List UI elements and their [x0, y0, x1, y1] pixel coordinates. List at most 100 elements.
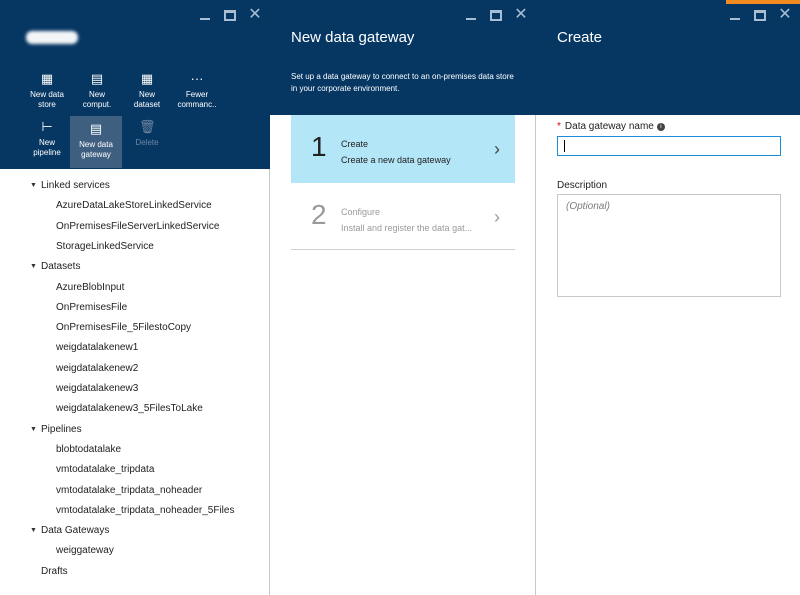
new-pipeline-icon: ⊢	[41, 119, 53, 134]
tree-item[interactable]: vmtodatalake_tripdata_noheader	[0, 483, 270, 499]
command-new-pipeline[interactable]: ⊢ New pipeline	[22, 118, 72, 162]
tree-item-label: OnPremisesFile_5FilestoCopy	[56, 322, 192, 334]
step-subtitle: Install and register the data gat...	[341, 223, 473, 233]
tree-item[interactable]: weigdatalakenew1	[0, 340, 270, 356]
command-label: commanc..	[177, 100, 217, 109]
tree-item-label: weigdatalakenew3	[56, 383, 139, 394]
tree-category[interactable]: ▼ Datasets	[0, 259, 270, 275]
portal-root: ✕ ▦ New data store ▤ New comput. ▦ New dataset ··…	[0, 0, 800, 595]
command-label: store	[38, 100, 56, 109]
minimize-icon[interactable]	[464, 8, 478, 22]
info-icon[interactable]: i	[656, 123, 665, 131]
tree-item-label: weigdatalakenew3_5FilesToLake	[56, 403, 203, 415]
tree-item[interactable]: weigdatalakenew2	[0, 361, 270, 377]
tree-item-label: OnPremisesFile	[56, 301, 128, 313]
collapse-triangle-icon[interactable]: ▼	[30, 523, 37, 539]
command-label: New data	[30, 90, 64, 99]
step-subtitle: Create a new data gateway	[341, 155, 451, 165]
blade-description: Set up a data gateway to connect to an o…	[291, 72, 514, 93]
chevron-right-icon: ›	[494, 139, 500, 159]
tree-category-label: Pipelines	[41, 423, 82, 435]
tree-item-label: vmtodatalake_tripdata	[56, 464, 155, 476]
explorer-blade: ✕ ▦ New data store ▤ New comput. ▦ New dataset ··…	[0, 0, 270, 595]
collapse-triangle-icon[interactable]: ▼	[30, 178, 37, 194]
minimize-icon[interactable]	[728, 8, 742, 22]
step-number: 2	[311, 199, 327, 230]
tree-item[interactable]: vmtodatalake_tripdata_noheader_5Files	[0, 503, 270, 519]
tree-item[interactable]: weigdatalakenew3	[0, 381, 270, 397]
tree-item-label: vmtodatalake_tripdata_noheader_5Files	[56, 504, 235, 516]
command-label: Fewer	[185, 90, 209, 99]
redacted-factory-name	[26, 31, 78, 44]
close-icon[interactable]: ✕	[514, 7, 528, 23]
description-input[interactable]	[557, 194, 781, 297]
notification-accent	[726, 0, 800, 4]
new-data-gateway-icon: ▤	[89, 121, 103, 136]
tree-item-drafts[interactable]: Drafts	[0, 564, 270, 580]
maximize-icon[interactable]	[224, 10, 236, 21]
tree-category-label: Datasets	[41, 261, 81, 273]
command-label: Delete	[135, 138, 159, 147]
minimize-icon[interactable]	[198, 8, 212, 22]
tree-category-label: Data Gateways	[41, 525, 110, 537]
tree-category[interactable]: ▼ Pipelines	[0, 422, 270, 438]
tree-item[interactable]: weiggateway	[0, 543, 270, 559]
tree-item[interactable]: OnPremisesFile	[0, 300, 270, 316]
command-new-data-store[interactable]: ▦ New data store	[22, 70, 72, 114]
delete-icon: 🗑	[139, 119, 156, 134]
close-icon[interactable]: ✕	[778, 7, 792, 23]
command-new-dataset[interactable]: ▦ New dataset	[122, 70, 172, 114]
collapse-triangle-icon[interactable]: ▼	[30, 259, 37, 275]
gateway-name-label-text: Data gateway name	[564, 121, 654, 132]
gateway-name-label: * Data gateway name i	[557, 121, 665, 132]
create-blade: Create ✕ * Data gateway name i Description	[536, 0, 800, 595]
command-new-data-gateway[interactable]: ▤ New data gateway	[70, 116, 122, 168]
maximize-icon[interactable]	[490, 10, 502, 21]
explorer-window-controls: ✕	[198, 7, 262, 23]
tree-item[interactable]: AzureBlobInput	[0, 280, 270, 296]
new-data-gateway-header: New data gateway Set up a data gateway t…	[270, 0, 536, 115]
tree-item[interactable]: vmtodatalake_tripdata	[0, 462, 270, 478]
close-icon[interactable]: ✕	[248, 7, 262, 23]
step-divider	[291, 249, 515, 250]
command-label: pipeline	[33, 148, 61, 157]
step-configure[interactable]: 2 Configure Install and register the dat…	[291, 183, 515, 251]
tree-item[interactable]: StorageLinkedService	[0, 239, 270, 255]
tree-item[interactable]: weigdatalakenew3_5FilesToLake	[0, 401, 270, 417]
tree-item[interactable]: OnPremisesFile_5FilestoCopy	[0, 320, 270, 336]
tree-item[interactable]: AzureDataLakeStoreLinkedService	[0, 198, 270, 214]
tree-item-label: weigdatalakenew1	[56, 342, 139, 354]
create-header: Create ✕	[536, 0, 800, 115]
new-compute-icon: ▤	[90, 71, 104, 86]
step-title: Configure	[341, 207, 381, 217]
step-create[interactable]: 1 Create Create a new data gateway ›	[291, 115, 515, 183]
tree-item-label: blobtodatalake	[56, 443, 122, 455]
command-label: dataset	[133, 100, 161, 109]
step-title: Create	[341, 139, 369, 149]
tree-item[interactable]: OnPremisesFileServerLinkedService	[0, 219, 270, 235]
command-delete: 🗑 Delete	[122, 118, 172, 152]
command-new-compute[interactable]: ▤ New comput.	[72, 70, 122, 114]
more-icon: ···	[190, 71, 204, 86]
create-window-controls: ✕	[728, 7, 792, 23]
command-label: New	[138, 90, 155, 99]
tree-item[interactable]: blobtodatalake	[0, 442, 270, 458]
required-marker: *	[557, 121, 561, 132]
tree-item-label: AzureDataLakeStoreLinkedService	[56, 200, 212, 212]
command-more[interactable]: ··· Fewer commanc..	[172, 70, 222, 114]
tree-category[interactable]: ▼ Data Gateways	[0, 523, 270, 539]
tree-item-label: vmtodatalake_tripdata_noheader	[56, 484, 203, 496]
tree-category[interactable]: ▼ Linked services	[0, 178, 270, 194]
chevron-right-icon: ›	[494, 207, 500, 227]
description-label: Description	[557, 180, 608, 191]
command-label: New data	[79, 140, 113, 149]
command-label: New	[88, 90, 105, 99]
step-number: 1	[311, 131, 327, 162]
new-data-gateway-blade: New data gateway Set up a data gateway t…	[270, 0, 536, 595]
tree-item-label: StorageLinkedService	[56, 240, 154, 252]
blade-title: New data gateway	[291, 29, 415, 46]
collapse-triangle-icon[interactable]: ▼	[30, 422, 37, 438]
tree-item-label: Drafts	[41, 565, 68, 577]
gateway-name-input[interactable]	[557, 136, 781, 156]
maximize-icon[interactable]	[754, 10, 766, 21]
